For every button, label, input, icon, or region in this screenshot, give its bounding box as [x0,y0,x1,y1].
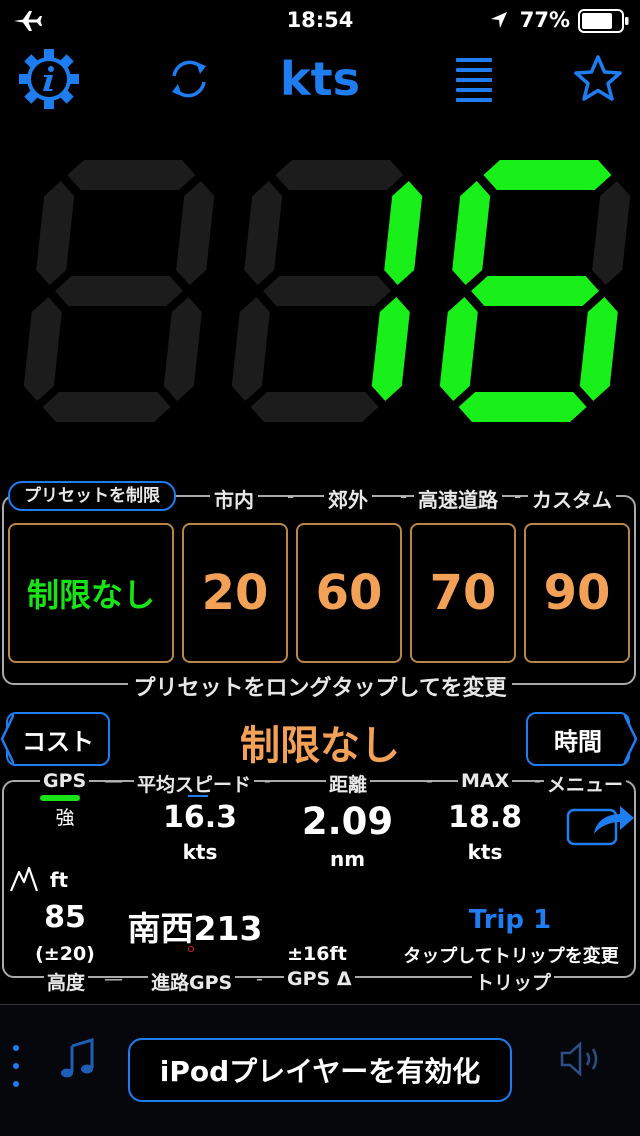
ipod-player-enable-button[interactable]: iPodプレイヤーを有効化 [128,1038,512,1102]
preset-70-button[interactable]: 70 [410,523,516,663]
presets-hint: プリセットをロングタップしてを変更 [127,676,513,701]
stats-separator: - [426,770,433,792]
max-unit: kts [467,840,503,864]
preset-20-button[interactable]: 20 [182,523,288,663]
preset-separator: - [400,484,408,508]
time-button[interactable]: 時間 [526,712,630,766]
altitude-value: 85 [44,900,86,935]
heading-pointer [188,946,194,952]
stats-separator: - [534,770,541,792]
digit-0-segment-f [36,181,75,285]
mountain-icon [10,866,38,892]
time-button-arrow-icon [624,713,638,765]
preset-category-custom: カスタム [528,484,616,513]
status-bar: 18:54 77% [0,0,640,40]
speed-unit-toggle[interactable]: kts [0,52,640,106]
battery-percent: 77% [519,8,570,32]
stats-separator: — [104,770,123,792]
digit-1-segment-f [244,181,283,285]
battery-icon [578,9,629,33]
avg-speed-label: 平均スピード [134,770,255,797]
digit-1-segment-e [231,297,270,401]
avg-speed-unit: kts [182,840,218,864]
digit-0-segment-b [176,181,215,285]
preset-no-limit-button[interactable]: 制限なし [8,523,174,663]
digit-0-segment-c [163,297,202,401]
digit-1-segment-b [384,181,423,285]
digit-1-segment-g [263,276,391,306]
distance-value: 2.09 [301,800,394,843]
distance-unit: nm [329,847,366,871]
max-label: MAX [458,770,513,792]
gps-delta-label: GPS Δ [284,968,355,990]
digit-2-segment-e [439,297,478,401]
digit-2-segment-g [471,276,599,306]
preset-separator: - [287,484,295,508]
digit-2-segment-d [458,392,587,422]
preset-category-highway: 高速道路 [414,484,502,513]
stats-separator: - [256,968,263,990]
digit-0-segment-d [42,392,171,422]
altitude-unit: ft [49,868,69,892]
more-dots-icon[interactable] [10,1042,22,1092]
gps-delta-value: ±16ft [287,943,347,965]
preset-category-city: 市内 [210,484,258,513]
star-icon[interactable] [572,54,624,104]
trip-name[interactable]: Trip 1 [440,905,580,935]
stats-separator: - [264,770,271,792]
gps-strength: 強 [55,807,75,829]
digit-0-segment-a [67,160,196,190]
share-icon[interactable] [566,800,636,848]
music-note-icon[interactable] [60,1038,96,1080]
digit-0-segment-g [55,276,183,306]
menu-list-icon[interactable] [456,56,494,102]
digit-1-segment-c [371,297,410,401]
menu-label: メニュー [544,770,627,797]
heading-label: 進路GPS [148,968,236,995]
digit-2-segment-b [592,181,631,285]
speed-display [23,160,631,422]
time-button-label: 時間 [554,727,602,756]
preset-separator: - [514,484,522,508]
distance-label: 距離 [326,770,371,797]
speaker-icon[interactable] [560,1040,606,1078]
avg-speed-indicator [188,795,208,797]
heading-value: 南西213 [127,909,263,948]
preset-60-button[interactable]: 60 [296,523,402,663]
ipod-player-enable-label: iPodプレイヤーを有効化 [159,1055,481,1088]
max-value: 18.8 [447,800,523,835]
digit-0-segment-e [23,297,62,401]
altitude-label: 高度 [44,968,89,995]
avg-speed-value: 16.3 [162,800,238,835]
digit-2-segment-f [452,181,491,285]
digit-1-segment-d [250,392,379,422]
preset-90-button[interactable]: 90 [524,523,630,663]
digit-1-segment-a [275,160,404,190]
digit-2-segment-c [579,297,618,401]
trip-label: トリップ [472,968,555,995]
altitude-accuracy: (±20) [35,943,95,965]
preset-category-suburb: 郊外 [324,484,372,513]
stats-separator: — [104,968,123,990]
gps-strength-bar [40,795,80,801]
digit-2-segment-a [483,160,612,190]
preset-limit-button[interactable]: プリセットを制限 [8,481,176,511]
gps-label: GPS [40,770,90,792]
trip-hint: タップしてトリップを変更 [403,946,619,967]
location-arrow-icon [491,12,507,28]
